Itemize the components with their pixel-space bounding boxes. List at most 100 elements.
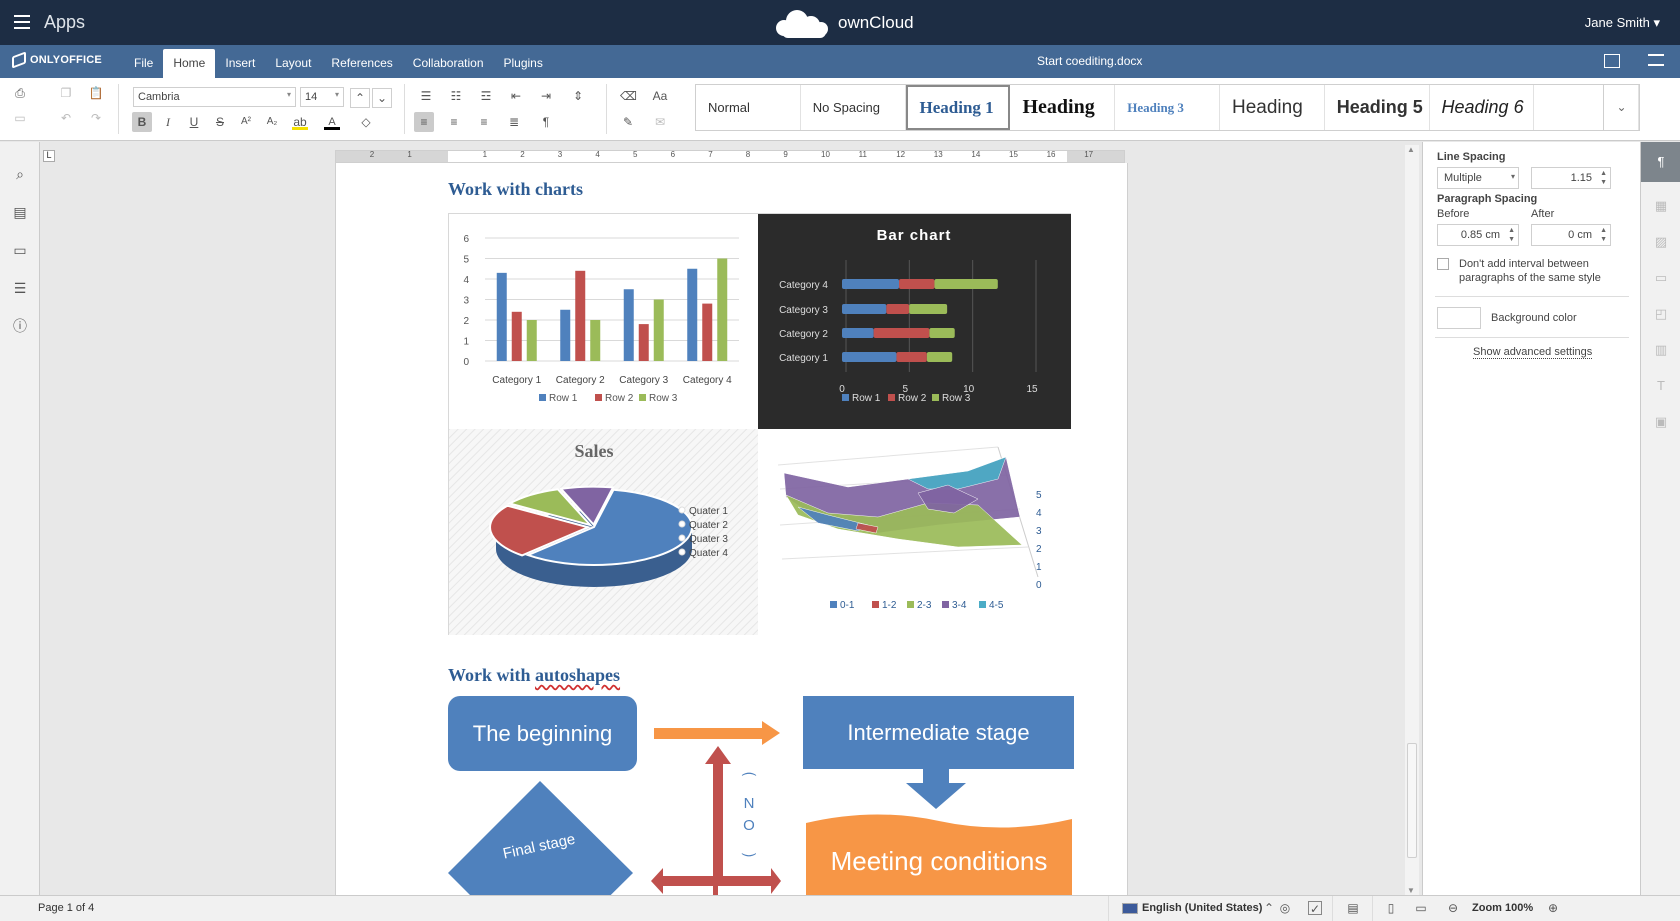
numbering-icon[interactable]: ☷ [448, 88, 464, 104]
document-page[interactable]: Work with charts 0 1 2 3 4 5 6 Category 1 Catego… [335, 163, 1128, 895]
style-heading-4[interactable]: Heading [1220, 85, 1325, 130]
font-color-icon[interactable]: A [324, 114, 340, 130]
surface-chart[interactable]: 0 1 2 3 4 5 0-1 1-2 2-3 3-4 4-5 [758, 429, 1071, 635]
language-selector[interactable]: English (United States) [1142, 902, 1262, 914]
align-right-icon[interactable]: ≡ [476, 114, 492, 130]
tab-insert[interactable]: Insert [215, 49, 265, 78]
decrease-font-icon[interactable]: ⌄ [372, 88, 392, 108]
spinner-icon[interactable]: ▲ ▼ [1600, 226, 1607, 244]
increase-font-icon[interactable]: ⌃ [350, 88, 370, 108]
underline-icon[interactable]: U [186, 114, 202, 130]
document-canvas[interactable]: Work with charts 0 1 2 3 4 5 6 Category 1 Catego… [40, 163, 1400, 895]
before-input[interactable]: 0.85 cm ▲ ▼ [1437, 224, 1519, 246]
view-settings-icon[interactable] [1648, 54, 1664, 66]
shape-beginning[interactable]: The beginning [448, 696, 637, 771]
table-settings-icon[interactable]: ▦ [1653, 198, 1669, 214]
decrease-indent-icon[interactable]: ⇤ [508, 88, 524, 104]
style-heading-2[interactable]: Heading [1010, 85, 1116, 130]
fit-width-icon[interactable]: ▭ [1414, 901, 1428, 915]
shading-icon[interactable]: ◇ [358, 114, 374, 130]
image-settings-icon[interactable]: ▨ [1653, 234, 1669, 250]
style-heading-1[interactable]: Heading 1 [905, 85, 1011, 130]
save-icon[interactable]: ▭ [12, 110, 28, 126]
align-left-icon[interactable]: ≡ [414, 112, 434, 132]
page-indicator[interactable]: Page 1 of 4 [38, 902, 94, 914]
line-spacing-icon[interactable]: ⇕ [570, 88, 586, 104]
scrollbar-thumb[interactable] [1407, 743, 1417, 858]
dont-add-interval-checkbox[interactable] [1437, 258, 1449, 270]
apps-label[interactable]: Apps [44, 12, 85, 33]
subscript-icon[interactable]: A₂ [264, 114, 280, 130]
tab-type-selector[interactable]: L [43, 150, 55, 162]
text-art-icon[interactable]: T [1653, 378, 1669, 394]
spinner-icon[interactable]: ▲ ▼ [1600, 169, 1607, 187]
shape-settings-icon[interactable]: ◰ [1653, 306, 1669, 322]
user-menu[interactable]: Jane Smith ▾ [1585, 15, 1660, 31]
bold-icon[interactable]: B [132, 112, 152, 132]
copy-icon[interactable]: ❐ [58, 85, 74, 101]
pie-chart[interactable]: Sales Quater 1 Quater 2 Quater 3 Quater 4 [449, 429, 758, 635]
paste-icon[interactable]: 📋 [88, 85, 104, 101]
tab-home[interactable]: Home [163, 49, 216, 78]
track-changes-icon[interactable]: ▤ [1346, 901, 1360, 915]
nonprinting-icon[interactable]: ¶ [538, 114, 554, 130]
print-icon[interactable]: ⎙ [12, 85, 28, 101]
background-color-picker[interactable] [1437, 307, 1481, 329]
tab-layout[interactable]: Layout [265, 49, 321, 78]
open-location-icon[interactable] [1604, 54, 1620, 68]
zoom-in-icon[interactable]: ⊕ [1546, 901, 1560, 915]
after-input[interactable]: 0 cm ▲ ▼ [1531, 224, 1611, 246]
copy-style-icon[interactable]: ✎ [620, 114, 636, 130]
mail-merge-icon[interactable]: ✉ [652, 114, 668, 130]
spinner-icon[interactable]: ▲ ▼ [1508, 226, 1515, 244]
header-footer-icon[interactable]: ▭ [1653, 270, 1669, 286]
font-name-select[interactable]: Cambria ▾ [133, 87, 296, 107]
zoom-out-icon[interactable]: ⊖ [1446, 901, 1460, 915]
owncloud-logo[interactable]: ownCloud [770, 6, 914, 40]
arrow-right-shape[interactable] [654, 721, 780, 745]
undo-icon[interactable]: ↶ [58, 110, 74, 126]
navigation-icon[interactable]: ☰ [12, 280, 28, 296]
font-size-select[interactable]: 14 ▾ [300, 87, 344, 107]
chevron-down-icon[interactable]: ⌄ [1603, 85, 1639, 130]
horizontal-ruler[interactable]: 2 1 1 2 3 4 5 6 7 8 9 10 11 12 13 14 15 16 17 [335, 150, 1125, 163]
hamburger-menu-icon[interactable] [14, 15, 30, 29]
style-heading-5[interactable]: Heading 5 [1325, 85, 1430, 130]
clear-style-icon[interactable]: ⌫ [620, 88, 637, 104]
style-normal[interactable]: Normal [696, 85, 801, 130]
chart-settings-icon[interactable]: ▥ [1653, 342, 1669, 358]
redo-icon[interactable]: ↷ [88, 110, 104, 126]
shape-intermediate[interactable]: Intermediate stage [803, 696, 1074, 769]
change-case-icon[interactable]: Aa [652, 88, 668, 104]
highlight-icon[interactable]: ab [292, 114, 308, 130]
tab-collaboration[interactable]: Collaboration [403, 49, 494, 78]
chat-icon[interactable]: ▭ [12, 242, 28, 258]
mail-merge-icon[interactable]: ▣ [1653, 414, 1669, 430]
vertical-scrollbar[interactable]: ▲ ▼ [1405, 145, 1419, 895]
line-spacing-value-input[interactable]: 1.15 ▲ ▼ [1531, 167, 1611, 189]
fit-page-icon[interactable]: ▯ [1384, 901, 1398, 915]
align-center-icon[interactable]: ≡ [446, 114, 462, 130]
style-heading-3[interactable]: Heading 3 [1115, 85, 1220, 130]
scroll-up-icon[interactable]: ▲ [1407, 145, 1415, 154]
line-spacing-mode-select[interactable]: Multiple ▾ [1437, 167, 1519, 189]
tab-plugins[interactable]: Plugins [494, 49, 553, 78]
spellcheck-icon[interactable]: ✓ [1308, 901, 1322, 916]
bullets-icon[interactable]: ☰ [418, 88, 434, 104]
column-chart[interactable]: 0 1 2 3 4 5 6 Category 1 Category 2 Category 3 Cat… [449, 214, 758, 429]
tab-references[interactable]: References [321, 49, 402, 78]
shape-final-stage[interactable]: Final stage [448, 781, 633, 895]
style-no-spacing[interactable]: No Spacing [801, 85, 906, 130]
show-advanced-settings-link[interactable]: Show advanced settings [1473, 346, 1593, 359]
bar-chart[interactable]: Bar chart0 5 10 15Category 1Category 2Categ… [758, 214, 1071, 429]
style-heading-6[interactable]: Heading 6 [1430, 85, 1535, 130]
paragraph-settings-icon[interactable]: ¶ [1641, 142, 1680, 182]
search-icon[interactable]: ⌕ [12, 166, 28, 182]
increase-indent-icon[interactable]: ⇥ [538, 88, 554, 104]
globe-icon[interactable]: ◎ [1278, 901, 1292, 915]
shape-meeting-conditions[interactable]: Meeting conditions [804, 813, 1074, 895]
strikethrough-icon[interactable]: S [212, 114, 228, 130]
tab-file[interactable]: File [124, 49, 163, 78]
comments-icon[interactable]: ▤ [12, 204, 28, 220]
about-icon[interactable]: ⓘ [12, 318, 28, 334]
